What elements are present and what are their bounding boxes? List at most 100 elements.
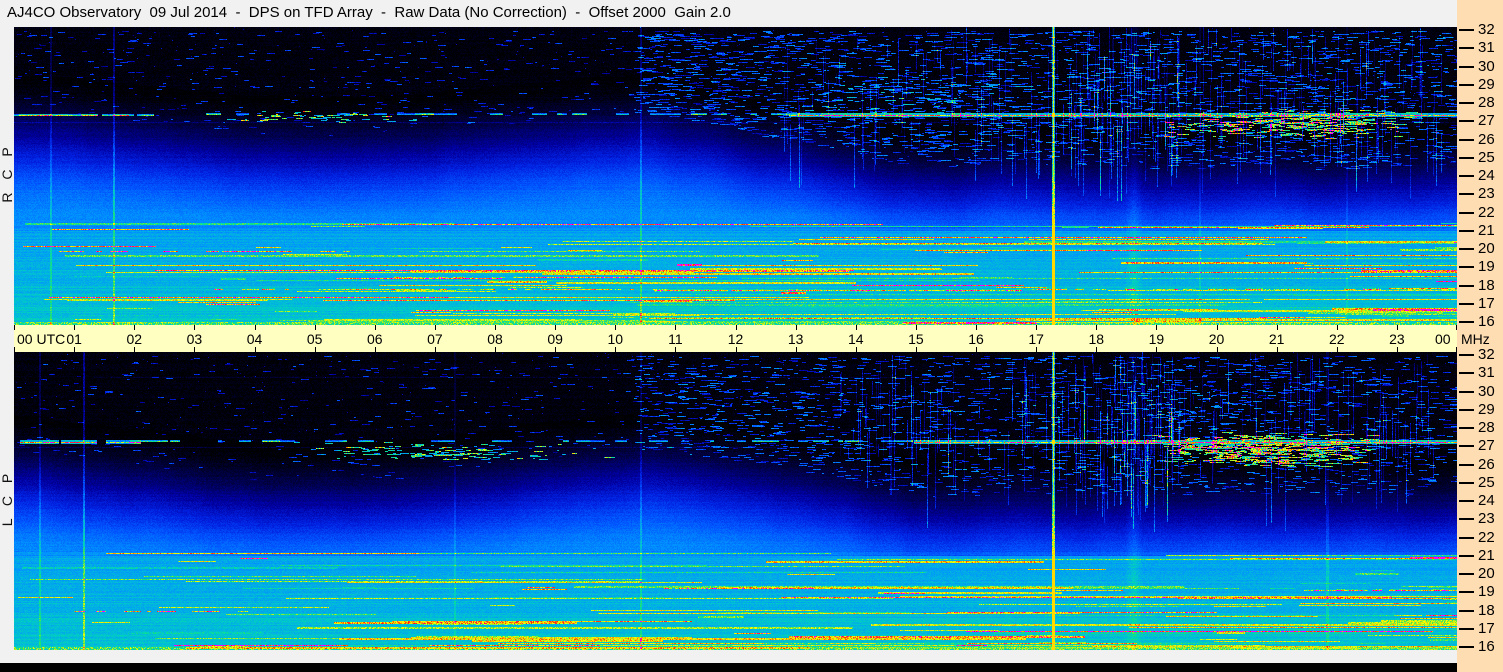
frequency-label: 19 — [1478, 258, 1495, 276]
time-tick — [615, 347, 616, 352]
hour-label: 17 — [1028, 331, 1044, 347]
time-tick — [375, 347, 376, 352]
frequency-label: 31 — [1478, 39, 1495, 57]
frequency-tick — [1459, 390, 1474, 393]
lcp-axis-label: L C P — [0, 473, 15, 527]
bottom-border-bar — [0, 663, 1457, 672]
frequency-tick — [1459, 120, 1474, 123]
frequency-label: 16 — [1478, 638, 1495, 656]
rcp-spectrogram — [14, 27, 1457, 325]
frequency-label: 19 — [1478, 583, 1495, 601]
frequency-tick — [1459, 138, 1474, 141]
time-tick — [1397, 325, 1398, 330]
time-tick — [194, 347, 195, 352]
time-tick — [736, 325, 737, 330]
frequency-tick — [1459, 321, 1474, 323]
hour-label: 16 — [968, 331, 984, 347]
frequency-tick — [1459, 372, 1474, 375]
frequency-label: 28 — [1478, 94, 1495, 112]
frequency-label: 22 — [1478, 528, 1495, 546]
frequency-tick — [1459, 536, 1474, 539]
hour-label: 13 — [787, 331, 804, 347]
time-tick — [615, 325, 616, 330]
hour-label: 22 — [1328, 331, 1345, 347]
title-bar: AJ4CO Observatory 09 Jul 2014 - DPS on T… — [0, 0, 1457, 27]
frequency-label: 20 — [1478, 565, 1495, 583]
hour-label: 06 — [366, 331, 383, 347]
hour-label: 20 — [1208, 331, 1225, 347]
time-axis: 00 UTC 00 01 02 03 04 05 06 07 08 09 10 11 12 13 14 15… — [14, 325, 1457, 352]
time-tick — [1036, 347, 1037, 352]
hour-label: 01 — [66, 331, 82, 347]
hour-label: 18 — [1088, 331, 1105, 347]
frequency-tick — [1459, 354, 1474, 356]
frequency-label: 27 — [1478, 112, 1495, 130]
frequency-tick — [1459, 591, 1474, 594]
frequency-label: 22 — [1478, 203, 1495, 221]
time-tick — [1277, 347, 1278, 352]
time-tick — [675, 347, 676, 352]
frequency-label: 18 — [1478, 276, 1495, 294]
frequency-tick — [1459, 102, 1474, 104]
frequency-tick — [1459, 211, 1474, 214]
frequency-tick — [1459, 646, 1474, 648]
frequency-tick — [1459, 408, 1474, 411]
frequency-tick — [1459, 83, 1474, 86]
frequency-tick — [1459, 193, 1474, 196]
frequency-tick — [1459, 500, 1474, 502]
time-label-start: 00 UTC — [17, 331, 66, 347]
time-tick — [796, 325, 797, 330]
hour-label: 12 — [727, 331, 744, 347]
time-tick — [976, 325, 977, 330]
time-tick — [315, 325, 316, 330]
frequency-tick — [1459, 609, 1474, 612]
time-tick — [1397, 347, 1398, 352]
frequency-tick — [1459, 302, 1474, 305]
hour-label: 23 — [1389, 331, 1405, 347]
frequency-axis-strip: MHz 32 31 30 29 28 27 26 25 24 23 22 21 20 19 18 17 16 32… — [1457, 0, 1503, 672]
time-tick — [1217, 325, 1218, 330]
time-tick — [976, 347, 977, 352]
frequency-tick — [1459, 445, 1474, 448]
frequency-label: 25 — [1478, 473, 1495, 491]
time-tick — [675, 325, 676, 330]
frequency-label: 32 — [1478, 346, 1495, 364]
time-tick — [315, 347, 316, 352]
time-tick — [1096, 325, 1097, 330]
frequency-unit-label: MHz — [1461, 331, 1490, 347]
time-tick — [14, 325, 15, 330]
frequency-label: 17 — [1478, 619, 1495, 637]
rcp-axis-label: R C P — [0, 147, 15, 203]
hour-label: 08 — [487, 331, 503, 347]
time-tick — [1337, 325, 1338, 330]
time-tick — [495, 325, 496, 330]
frequency-label: 26 — [1478, 130, 1495, 148]
time-tick — [14, 347, 15, 352]
hour-label: 02 — [126, 331, 143, 347]
time-tick — [1096, 347, 1097, 352]
time-tick — [1277, 325, 1278, 330]
hour-label: 03 — [186, 331, 203, 347]
frequency-label: 31 — [1478, 364, 1495, 382]
time-tick — [255, 325, 256, 330]
frequency-tick — [1459, 518, 1474, 521]
spectrograph-window: AJ4CO Observatory 09 Jul 2014 - DPS on T… — [0, 0, 1503, 672]
time-tick — [736, 347, 737, 352]
frequency-label: 16 — [1478, 313, 1495, 331]
frequency-label: 24 — [1478, 167, 1495, 185]
frequency-label: 30 — [1478, 57, 1495, 75]
frequency-label: 20 — [1478, 240, 1495, 258]
frequency-tick — [1459, 65, 1474, 68]
hour-label: 05 — [306, 331, 323, 347]
frequency-label: 28 — [1478, 419, 1495, 437]
frequency-tick — [1459, 463, 1474, 466]
frequency-tick — [1459, 627, 1474, 630]
frequency-tick — [1459, 229, 1474, 232]
hour-label: 10 — [607, 331, 624, 347]
time-tick — [1337, 347, 1338, 352]
hour-label: 11 — [668, 331, 683, 347]
window-title: AJ4CO Observatory 09 Jul 2014 - DPS on T… — [7, 4, 731, 21]
time-tick — [1156, 325, 1157, 330]
time-tick — [1156, 347, 1157, 352]
time-tick — [495, 347, 496, 352]
